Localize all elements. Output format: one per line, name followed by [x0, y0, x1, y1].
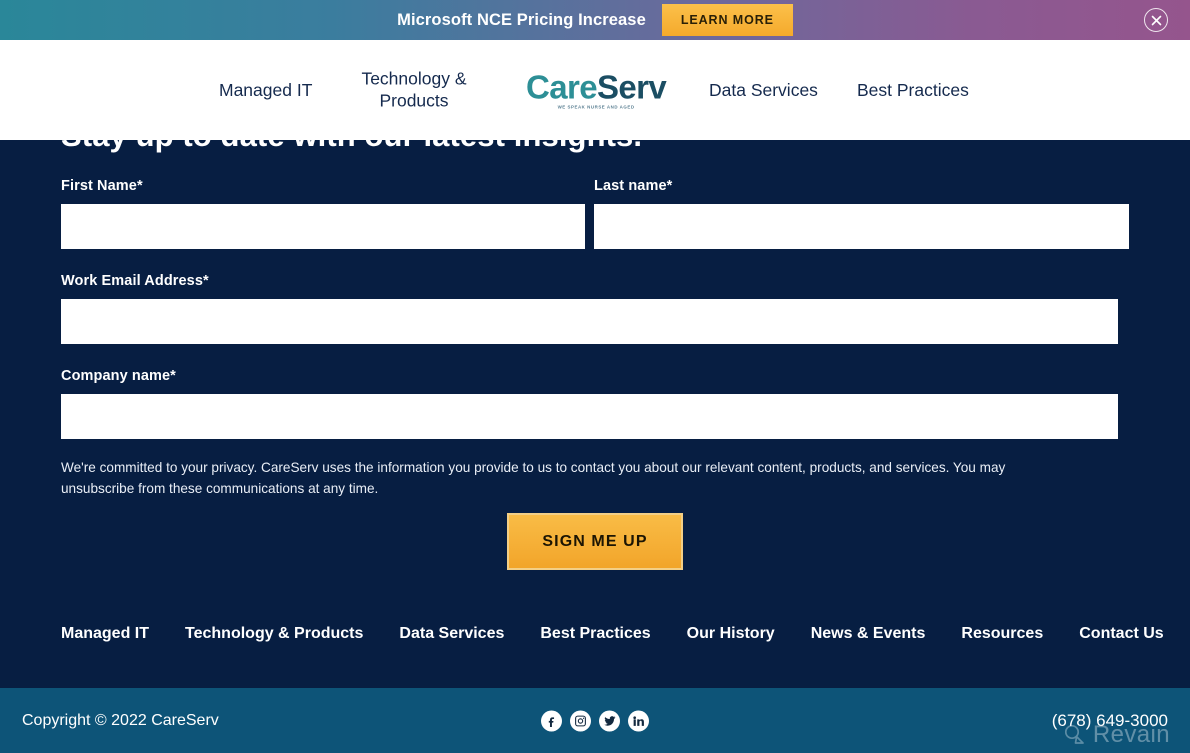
twitter-icon[interactable] — [599, 710, 620, 731]
nav-item-managed-it[interactable]: Managed IT — [219, 79, 312, 101]
company-name-field-group: Company name* — [61, 368, 1118, 439]
phone-number[interactable]: (678) 649-3000 — [1052, 711, 1168, 731]
footer-link-managed-it[interactable]: Managed IT — [61, 625, 149, 643]
company-name-input[interactable] — [61, 394, 1118, 439]
last-name-field-group: Last name* — [594, 178, 1129, 249]
promo-banner-content: Microsoft NCE Pricing Increase LEARN MOR… — [397, 4, 793, 36]
footer-link-data-services[interactable]: Data Services — [399, 625, 504, 643]
nav-item-technology-products[interactable]: Technology & Products — [358, 68, 470, 113]
linkedin-icon[interactable] — [628, 710, 649, 731]
newsletter-signup-section: Stay up to date with our latest insights… — [0, 112, 1190, 688]
page-root: Microsoft NCE Pricing Increase LEARN MOR… — [0, 0, 1190, 753]
promo-banner: Microsoft NCE Pricing Increase LEARN MOR… — [0, 0, 1190, 40]
brand-serv-text: Serv — [596, 68, 667, 106]
last-name-label: Last name* — [594, 178, 673, 194]
submit-button-wrap: SIGN ME UP — [0, 513, 1190, 570]
brand-tagline: WE SPEAK NURSE AND AGED — [557, 104, 635, 110]
facebook-icon[interactable] — [541, 710, 562, 731]
footer-navigation: Managed IT Technology & Products Data Se… — [61, 625, 1164, 643]
first-name-field-group: First Name* — [61, 178, 585, 249]
careserv-logo[interactable]: CareServ WE SPEAK NURSE AND AGED — [526, 68, 667, 110]
footer-link-best-practices[interactable]: Best Practices — [540, 625, 650, 643]
bottom-bar: Copyright © 2022 CareServ (678) 649-3000… — [0, 688, 1190, 753]
close-banner-button[interactable] — [1144, 8, 1168, 32]
last-name-input[interactable] — [594, 204, 1129, 249]
company-name-label: Company name* — [61, 368, 176, 384]
footer-link-contact-us[interactable]: Contact Us — [1079, 625, 1163, 643]
sign-me-up-button[interactable]: SIGN ME UP — [507, 513, 683, 570]
nav-item-best-practices[interactable]: Best Practices — [857, 79, 969, 101]
site-header: Managed IT Technology & Products CareSer… — [0, 40, 1190, 140]
brand-wordmark: CareServ — [526, 68, 667, 106]
footer-link-our-history[interactable]: Our History — [687, 625, 775, 643]
close-icon — [1151, 15, 1161, 25]
work-email-field-group: Work Email Address* — [61, 273, 1118, 344]
privacy-disclaimer: We're committed to your privacy. CareSer… — [61, 460, 1006, 496]
primary-navigation: Managed IT Technology & Products CareSer… — [0, 40, 1190, 140]
promo-banner-message: Microsoft NCE Pricing Increase — [397, 10, 646, 29]
work-email-input[interactable] — [61, 299, 1118, 344]
social-links — [541, 710, 649, 731]
footer-link-news-events[interactable]: News & Events — [811, 625, 926, 643]
copyright-text: Copyright © 2022 CareServ — [22, 711, 219, 729]
nav-item-data-services[interactable]: Data Services — [709, 79, 818, 101]
footer-link-technology-products[interactable]: Technology & Products — [185, 625, 363, 643]
instagram-icon[interactable] — [570, 710, 591, 731]
learn-more-button[interactable]: LEARN MORE — [661, 4, 793, 36]
first-name-input[interactable] — [61, 204, 585, 249]
footer-link-resources[interactable]: Resources — [961, 625, 1043, 643]
brand-care-text: Care — [526, 68, 598, 106]
work-email-label: Work Email Address* — [61, 273, 209, 289]
first-name-label: First Name* — [61, 178, 143, 194]
